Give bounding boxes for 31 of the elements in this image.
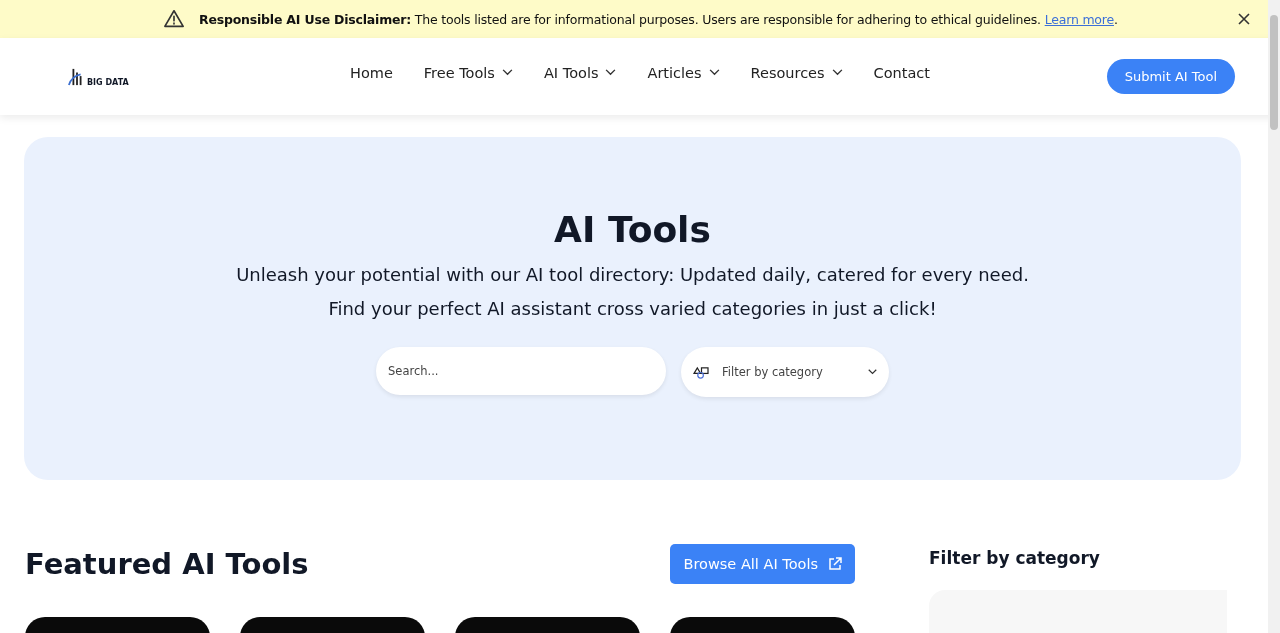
section-title: Featured AI Tools <box>25 547 309 581</box>
chevron-down-icon <box>868 369 877 375</box>
external-link-icon <box>828 557 842 571</box>
logo-text: BIG DATA <box>87 78 129 87</box>
chevron-down-icon <box>501 69 513 76</box>
close-icon <box>1238 13 1250 25</box>
hero-title: AI Tools <box>554 209 711 250</box>
nav-link[interactable]: Free Tools <box>423 64 513 81</box>
search-field[interactable]: Search... <box>376 347 666 395</box>
logo[interactable]: BIG DATA <box>68 66 308 87</box>
warning-icon <box>163 8 185 30</box>
hero-subtitle: Unleash your potential with our AI tool directory: Updated daily, catered for every need. <box>236 264 1029 286</box>
scrollbar[interactable] <box>1268 0 1280 633</box>
hero-subtitle: Find your perfect AI assistant cross varied categories in just a click! <box>328 298 937 320</box>
close-button[interactable] <box>1236 11 1252 27</box>
chevron-down-icon <box>831 69 843 76</box>
disclaimer-text: Responsible AI Use Disclaimer: The tools listed are for informational purposes. Users are responsible for adhering to ethical guidelines. Learn more. <box>199 11 1119 27</box>
nav-link[interactable]: Resources <box>750 64 843 81</box>
nav-link[interactable]: Contact <box>873 64 931 81</box>
chevron-down-icon <box>605 69 617 76</box>
nav-link[interactable]: AI Tools <box>543 64 617 81</box>
browse-button[interactable]: Browse All AI Tools <box>670 544 855 584</box>
nav-link[interactable]: Home <box>350 64 393 81</box>
chevron-down-icon <box>708 69 720 76</box>
nav-link[interactable]: Articles <box>647 64 720 81</box>
sidebar-title: Filter by category <box>929 548 1101 568</box>
shapes-icon <box>693 365 710 379</box>
scrollbar-thumb[interactable] <box>1270 15 1278 130</box>
learn-more-link[interactable]: Learn more <box>1044 11 1114 27</box>
submit-tool-button[interactable]: Submit AI Tool <box>1106 59 1235 94</box>
category-dropdown[interactable]: Filter by category <box>681 347 889 397</box>
